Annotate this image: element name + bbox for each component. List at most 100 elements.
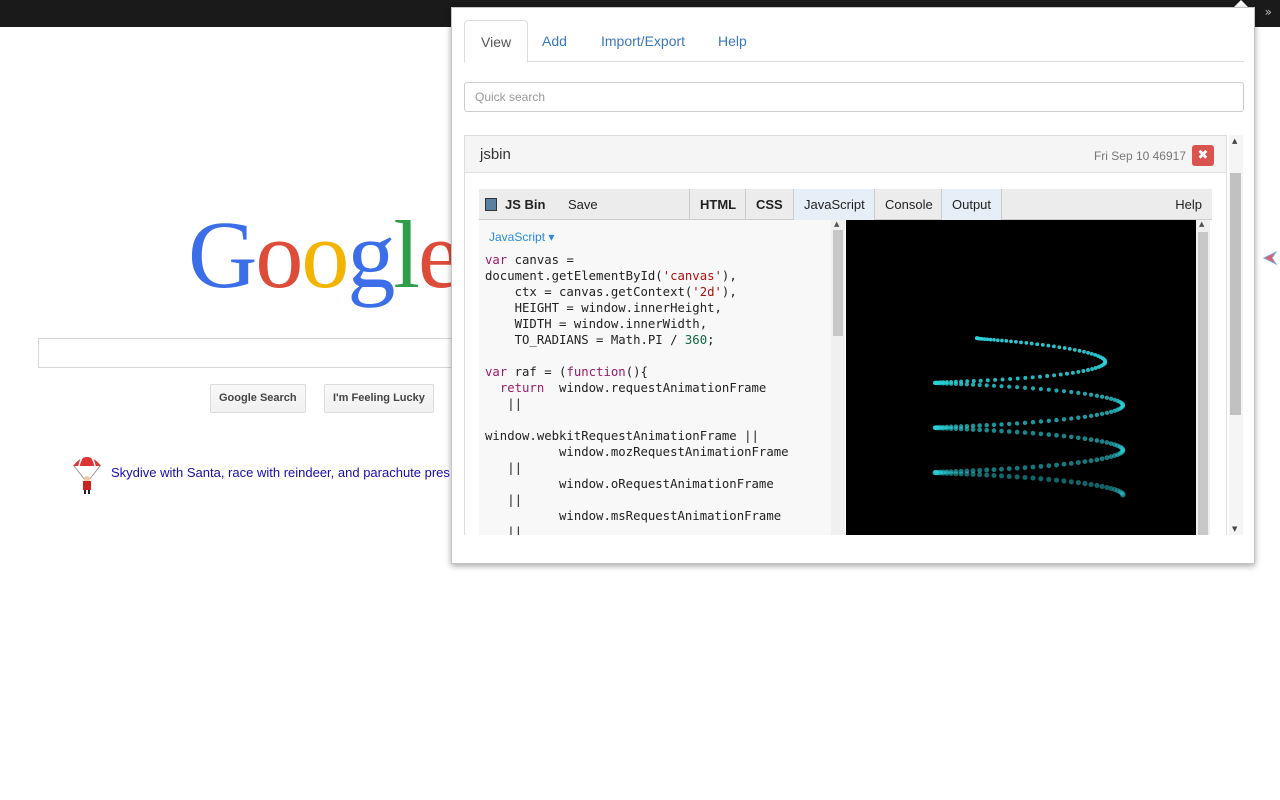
- spiral-dot: [998, 473, 1005, 479]
- extension-popup: View Add Import/Export Help Quick search…: [451, 7, 1255, 564]
- panel-html[interactable]: HTML: [689, 189, 746, 220]
- spiral-dot: [988, 337, 993, 342]
- santa-parachute-icon: [73, 453, 101, 494]
- spiral-dot: [1029, 341, 1034, 346]
- spiral-dot: [992, 337, 996, 342]
- spiral-dot: [1038, 463, 1044, 469]
- spiral-dot: [1014, 474, 1020, 480]
- code-editor[interactable]: JavaScript ▾ var canvas = document.getEl…: [479, 220, 831, 535]
- spiral-dot: [1006, 421, 1012, 427]
- code-scroll-thumb[interactable]: [833, 230, 843, 336]
- delete-icon[interactable]: ✖: [1192, 145, 1214, 166]
- spiral-dot: [1094, 438, 1100, 443]
- spiral-dot: [1040, 343, 1045, 347]
- spiral-dot: [1014, 429, 1020, 435]
- spiral-dot: [1007, 384, 1012, 389]
- spiral-dot: [1068, 434, 1074, 440]
- jsbin-brand[interactable]: JS Bin: [505, 197, 545, 212]
- spiral-dot: [948, 470, 954, 477]
- spiral-dot: [944, 426, 950, 431]
- spiral-dot: [1006, 473, 1012, 479]
- snippet-title: jsbin: [480, 146, 511, 163]
- popup-scroll-thumb[interactable]: [1230, 173, 1241, 415]
- tab-view[interactable]: View: [464, 20, 529, 63]
- spiral-dot: [1072, 348, 1077, 352]
- spiral-dot: [1030, 464, 1036, 470]
- spiral-dot: [1046, 432, 1052, 437]
- overflow-chevron-icon[interactable]: »: [1265, 5, 1272, 19]
- output-scrollbar[interactable]: ▲: [1196, 220, 1210, 535]
- spiral-dot: [1077, 348, 1082, 353]
- doodle-link[interactable]: Skydive with Santa, race with reindeer, …: [111, 465, 451, 480]
- google-search-button[interactable]: Google Search: [210, 384, 306, 413]
- spiral-dot: [1099, 456, 1105, 462]
- spiral-dot: [1046, 463, 1052, 469]
- spiral-dot: [1046, 418, 1051, 423]
- snippet-header: jsbin Fri Sep 10 46917 ✖: [465, 136, 1226, 173]
- spiral-dot: [1058, 372, 1063, 377]
- spiral-dot: [985, 337, 990, 342]
- panel-javascript[interactable]: JavaScript: [793, 189, 875, 220]
- output-canvas[interactable]: [846, 220, 1196, 535]
- spiral-dot: [1088, 458, 1094, 464]
- code-scrollbar[interactable]: ▲: [831, 220, 845, 535]
- spiral-dot: [1046, 476, 1052, 482]
- quick-search-input[interactable]: Quick search: [464, 82, 1244, 112]
- spiral-dot: [1054, 388, 1059, 393]
- spiral-dot: [984, 422, 989, 428]
- spiral-dot: [1053, 477, 1060, 483]
- spiral-dot: [1038, 386, 1043, 392]
- tab-help[interactable]: Help: [702, 20, 763, 62]
- spiral-dot: [1090, 367, 1095, 371]
- spiral-dot: [1075, 460, 1081, 465]
- spiral-dot: [1022, 465, 1028, 471]
- scroll-up-icon[interactable]: ▲: [834, 220, 839, 228]
- spiral-dot: [1076, 369, 1081, 374]
- spiral-dot: [1054, 417, 1059, 423]
- google-logo: Google: [188, 201, 461, 308]
- panel-console[interactable]: Console: [874, 189, 943, 220]
- tab-import-export[interactable]: Import/Export: [585, 20, 701, 62]
- spiral-dot: [1082, 480, 1088, 487]
- jsbin-save-button[interactable]: Save: [568, 197, 598, 212]
- panel-css[interactable]: CSS: [745, 189, 793, 220]
- feeling-lucky-button[interactable]: I'm Feeling Lucky: [324, 384, 434, 413]
- spiral-dot: [1099, 411, 1105, 417]
- popup-scroll-down-icon[interactable]: ▼: [1232, 525, 1237, 533]
- spiral-dot: [948, 426, 954, 431]
- language-selector[interactable]: JavaScript ▾: [489, 230, 554, 244]
- spiral-dot: [1082, 436, 1088, 442]
- spiral-dot: [1075, 435, 1081, 441]
- jsbin-help-link[interactable]: Help: [1175, 197, 1202, 212]
- google-search-input[interactable]: [38, 338, 478, 368]
- spiral-dot: [964, 427, 970, 432]
- logo-letter: o: [301, 201, 349, 308]
- spiral-dot: [1006, 466, 1012, 472]
- spiral-dot: [1082, 459, 1088, 465]
- output-scroll-thumb[interactable]: [1198, 232, 1208, 535]
- spiral-dot: [1052, 344, 1056, 349]
- spiral-dot: [1086, 368, 1090, 372]
- snippet-item: jsbin Fri Sep 10 46917 ✖ JS Bin Save HTM…: [464, 135, 1227, 535]
- panel-output[interactable]: Output: [941, 189, 1003, 220]
- tab-add[interactable]: Add: [526, 20, 583, 62]
- spiral-dot: [1094, 482, 1100, 488]
- spiral-dot: [1022, 474, 1028, 481]
- popup-tabs: View Add Import/Export Help: [464, 20, 1244, 63]
- spiral-dot: [1022, 385, 1028, 390]
- logo-letter: G: [188, 201, 257, 308]
- spiral-dot: [1081, 369, 1086, 373]
- spiral-dot: [1093, 366, 1098, 370]
- spiral-dot: [999, 384, 1004, 389]
- output-scroll-up-icon[interactable]: ▲: [1199, 220, 1204, 228]
- spiral-dot: [1082, 349, 1086, 354]
- spiral-dot: [964, 382, 969, 387]
- popup-scroll-up-icon[interactable]: ▲: [1232, 137, 1237, 145]
- logo-letter: o: [255, 201, 303, 308]
- popup-scrollbar[interactable]: ▲ ▼: [1229, 135, 1243, 535]
- spiral-dot: [1094, 393, 1100, 398]
- spiral-dot: [1054, 462, 1059, 468]
- spiral-dot: [1014, 465, 1020, 471]
- spiral-dot: [977, 467, 983, 473]
- code-text[interactable]: var canvas = document.getElementById('ca…: [485, 252, 789, 535]
